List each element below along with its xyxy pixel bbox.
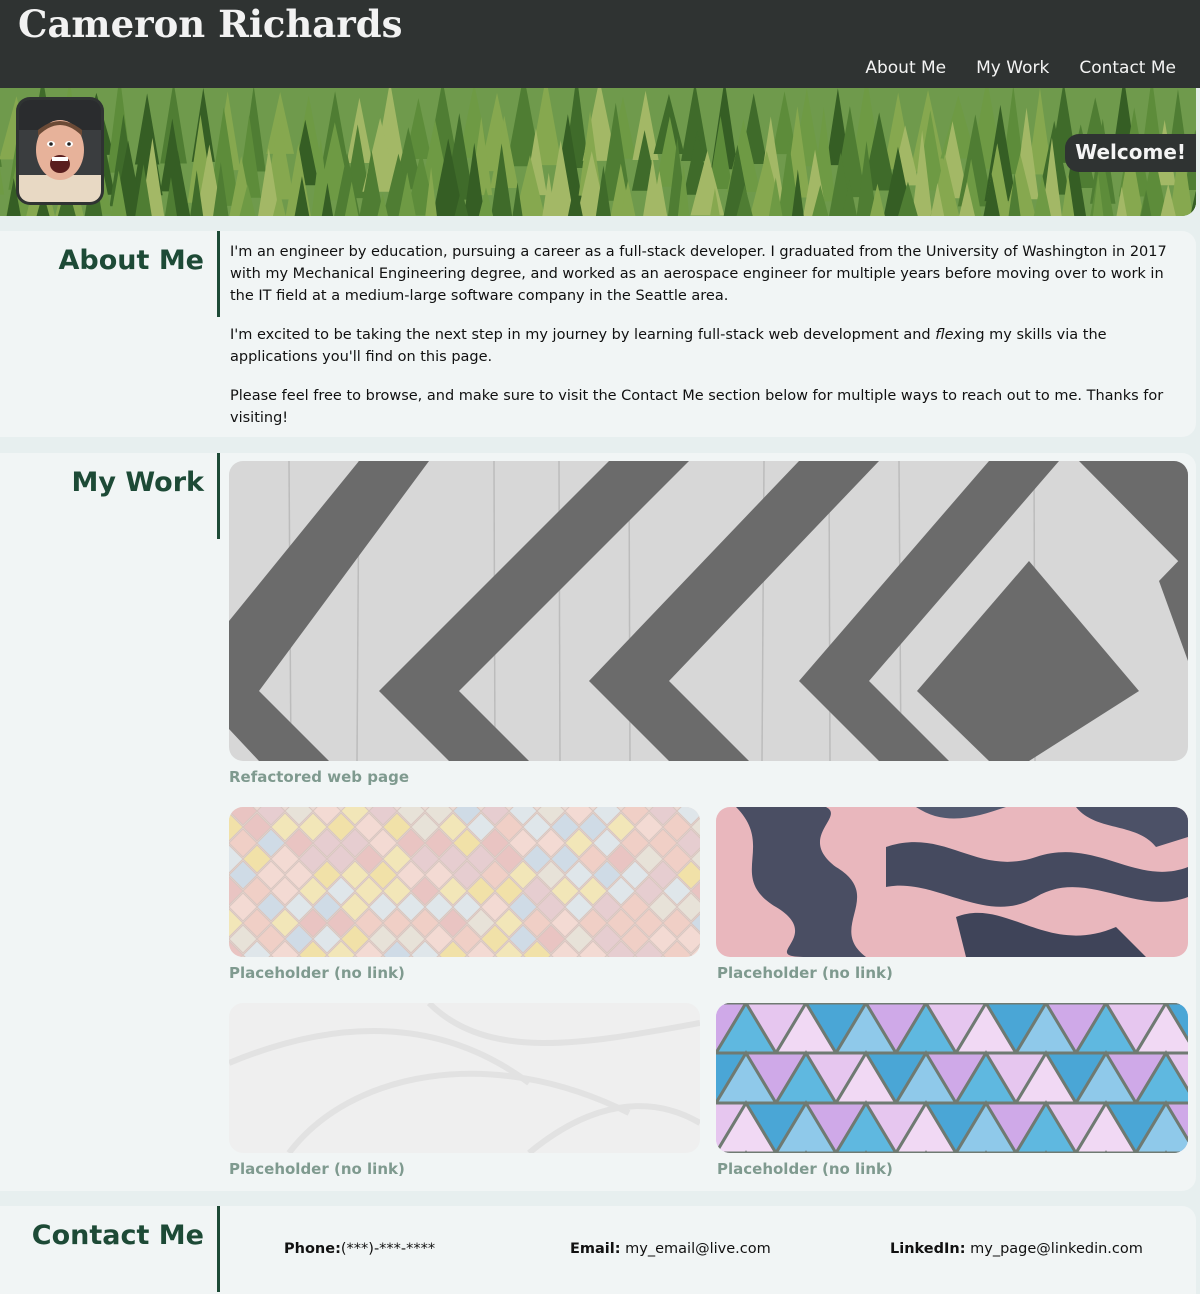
avatar <box>16 97 104 205</box>
project-caption: Placeholder (no link) <box>229 1160 405 1178</box>
project-placeholder-image <box>229 1003 700 1153</box>
project-caption: Placeholder (no link) <box>229 964 405 982</box>
welcome-badge: Welcome! <box>1065 134 1196 172</box>
contact-linkedin[interactable]: LinkedIn: my_page@linkedin.com <box>890 1241 1143 1257</box>
section-divider <box>217 453 220 539</box>
project-featured-image[interactable] <box>229 461 1188 761</box>
site-header: Cameron Richards About Me My Work Contac… <box>0 0 1200 88</box>
profile-photo <box>19 100 101 202</box>
site-title: Cameron Richards <box>18 2 403 46</box>
hero-banner <box>0 88 1196 216</box>
project-placeholder-image <box>716 807 1188 957</box>
about-paragraph: Please feel free to browse, and make sur… <box>230 388 1164 426</box>
work-section: My Work Refactored web page Placeholder … <box>0 453 1196 1191</box>
contact-section: Contact Me Phone:(***)-***-**** Email: m… <box>0 1206 1196 1294</box>
about-paragraph: I'm an engineer by education, pursuing a… <box>230 244 1167 304</box>
project-caption: Placeholder (no link) <box>717 964 893 982</box>
section-divider <box>217 231 220 317</box>
section-divider <box>217 1206 220 1292</box>
work-title: My Work <box>71 467 204 498</box>
project-placeholder-image <box>716 1003 1188 1153</box>
project-placeholder-image <box>229 807 700 957</box>
main-nav: About Me My Work Contact Me <box>865 58 1176 78</box>
project-caption: Placeholder (no link) <box>717 1160 893 1178</box>
contact-title: Contact Me <box>31 1220 204 1251</box>
project-caption[interactable]: Refactored web page <box>229 768 409 786</box>
about-paragraph: I'm excited to be taking the next step i… <box>230 327 1107 365</box>
contact-email[interactable]: Email: my_email@live.com <box>570 1241 771 1257</box>
about-text: I'm an engineer by education, pursuing a… <box>230 241 1190 446</box>
forest-image <box>0 88 1196 216</box>
about-section: About Me I'm an engineer by education, p… <box>0 231 1196 437</box>
about-title: About Me <box>58 245 204 276</box>
nav-link-my-work[interactable]: My Work <box>976 58 1049 78</box>
contact-phone[interactable]: Phone:(***)-***-**** <box>284 1241 435 1257</box>
nav-link-contact-me[interactable]: Contact Me <box>1079 58 1176 78</box>
nav-link-about-me[interactable]: About Me <box>865 58 946 78</box>
